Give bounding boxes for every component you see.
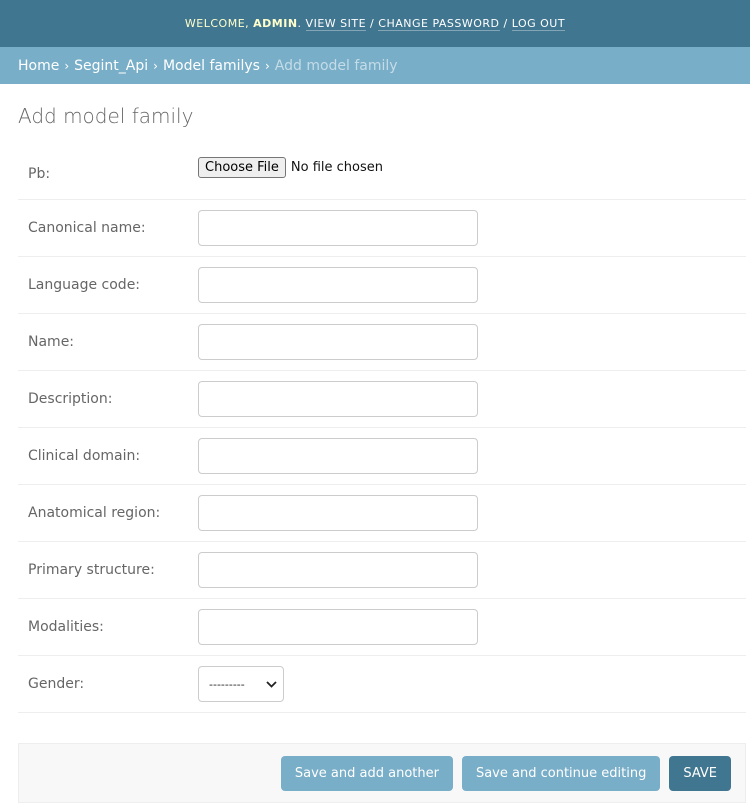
breadcrumb-separator: › [64, 58, 70, 73]
form-row-canonical-name: Canonical name: [18, 200, 746, 257]
anatomical-region-label: Anatomical region: [28, 505, 161, 521]
form-row-gender: Gender: --------- [18, 656, 746, 713]
user-tools-header: Welcome, admin. View site / Change passw… [0, 0, 750, 47]
page-title: Add model family [18, 104, 194, 128]
breadcrumb-separator: › [264, 58, 270, 73]
save-and-add-another-button[interactable]: Save and add another [280, 755, 453, 791]
breadcrumb-home[interactable]: Home [18, 58, 59, 74]
choose-file-button[interactable]: Choose File [198, 157, 286, 178]
file-status-text: No file chosen [290, 160, 383, 175]
form-row-pb: Pb: Choose File No file chosen [18, 144, 746, 200]
language-code-label: Language code: [28, 277, 141, 293]
separator: / [503, 17, 508, 30]
change-password-link[interactable]: Change password [378, 17, 500, 31]
main-content: Add model family Pb: Choose File No file… [0, 104, 750, 803]
gender-select[interactable]: --------- [198, 666, 284, 702]
modalities-label: Modalities: [28, 619, 104, 635]
canonical-name-label: Canonical name: [28, 220, 146, 236]
description-input[interactable] [198, 381, 478, 417]
form-row-name: Name: [18, 314, 746, 371]
name-label: Name: [28, 334, 75, 350]
add-model-family-form: Pb: Choose File No file chosen Canonical… [18, 144, 746, 803]
name-input[interactable] [198, 324, 478, 360]
primary-structure-input[interactable] [198, 552, 478, 588]
welcome-text: Welcome, [184, 17, 250, 30]
form-row-modalities: Modalities: [18, 599, 746, 656]
breadcrumb-separator: › [153, 58, 158, 73]
primary-structure-label: Primary structure: [28, 562, 155, 578]
breadcrumb-current: Add model family [274, 57, 398, 74]
canonical-name-input[interactable] [198, 210, 478, 246]
form-row-anatomical-region: Anatomical region: [18, 485, 746, 542]
form-row-description: Description: [18, 371, 746, 428]
language-code-input[interactable] [198, 267, 478, 303]
breadcrumb-model[interactable]: Model familys [163, 58, 260, 74]
clinical-domain-label: Clinical domain: [28, 448, 141, 464]
pb-file-input[interactable]: Choose File No file chosen [198, 157, 383, 178]
save-and-continue-button[interactable]: Save and continue editing [461, 755, 661, 791]
breadcrumb: Home › Segint_Api › Model familys › Add … [0, 47, 750, 84]
log-out-link[interactable]: Log out [511, 17, 566, 31]
form-row-clinical-domain: Clinical domain: [18, 428, 746, 485]
modalities-input[interactable] [198, 609, 478, 645]
submit-row: Save and add another Save and continue e… [18, 743, 746, 803]
form-row-language-code: Language code: [18, 257, 746, 314]
breadcrumb-app[interactable]: Segint_Api [74, 58, 148, 74]
separator: / [370, 17, 375, 30]
view-site-link[interactable]: View site [305, 17, 367, 31]
clinical-domain-input[interactable] [198, 438, 478, 474]
gender-selected-value: --------- [209, 677, 245, 691]
pb-label: Pb: [28, 165, 51, 182]
chevron-down-icon [266, 677, 277, 691]
username: admin [253, 17, 298, 30]
save-button[interactable]: Save [669, 755, 731, 791]
gender-label: Gender: [28, 676, 85, 692]
form-row-primary-structure: Primary structure: [18, 542, 746, 599]
description-label: Description: [28, 391, 113, 407]
anatomical-region-input[interactable] [198, 495, 478, 531]
